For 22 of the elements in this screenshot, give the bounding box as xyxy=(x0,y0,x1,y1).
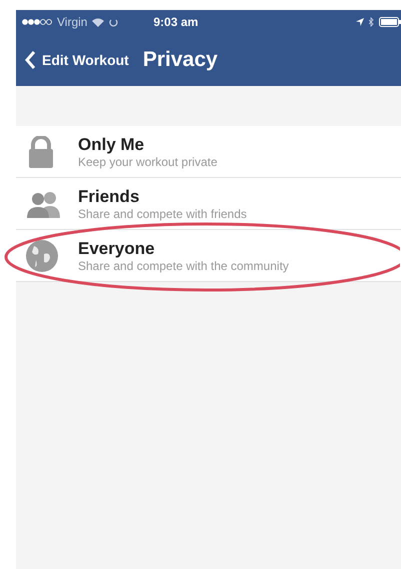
people-icon xyxy=(26,190,62,218)
status-time: 9:03 am xyxy=(153,15,198,29)
privacy-option[interactable]: Only Me Keep your workout private xyxy=(16,126,401,178)
option-description: Share and compete with friends xyxy=(78,206,248,220)
sync-icon xyxy=(109,18,118,26)
option-title: Everyone xyxy=(78,238,156,258)
lock-icon xyxy=(26,136,56,168)
option-title: Friends xyxy=(78,186,140,206)
carrier-name: Virgin xyxy=(57,15,88,29)
chevron-left-icon xyxy=(24,50,36,70)
screen-title: Privacy xyxy=(142,48,218,72)
location-icon xyxy=(356,18,364,26)
bluetooth-icon xyxy=(369,17,374,27)
signal-icon xyxy=(22,19,52,25)
option-description: Share and compete with the community xyxy=(78,258,290,272)
back-button[interactable]: Edit Workout xyxy=(24,50,129,70)
option-title: Only Me xyxy=(78,134,146,154)
battery-icon xyxy=(379,17,401,27)
privacy-option[interactable]: Friends Share and compete with friends xyxy=(16,178,401,230)
option-description: Keep your workout private xyxy=(78,154,218,168)
wifi-icon xyxy=(92,18,104,26)
globe-icon xyxy=(26,240,58,272)
